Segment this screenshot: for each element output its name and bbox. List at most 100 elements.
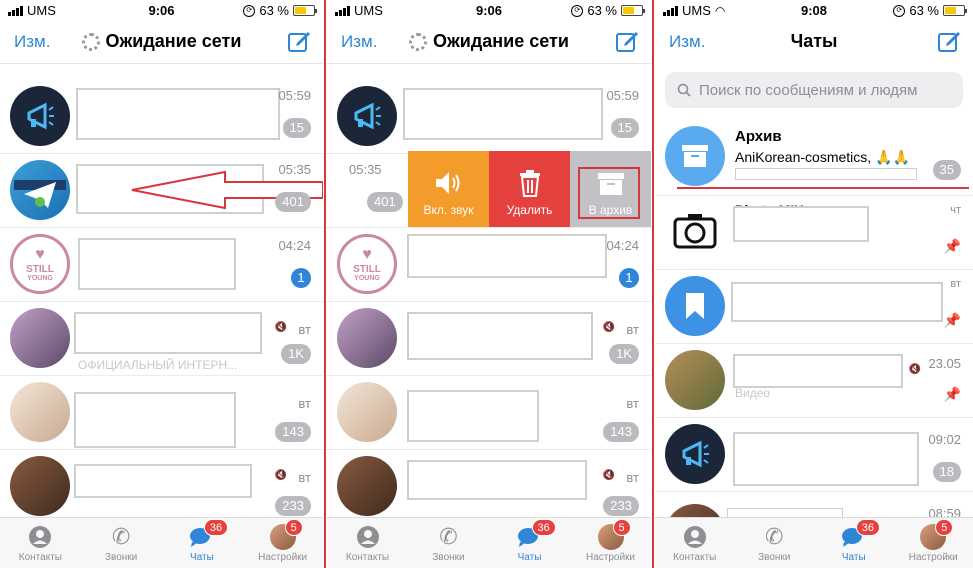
chat-time: 04:24 <box>278 238 311 253</box>
chat-time: 05:35 <box>278 162 311 177</box>
tab-label: Настройки <box>908 552 958 563</box>
panel-chats-2: UMS 9:06 ⟳ 63 % Изм. Ожидание сети 05:59 … <box>327 0 651 568</box>
tab-label: Звонки <box>432 552 465 563</box>
chat-row[interactable]: 🔇 вт 233 <box>0 450 323 524</box>
chat-row[interactable]: 05:59 15 <box>327 80 651 154</box>
chat-avatar: ♥ STILL YOUNG <box>337 234 397 294</box>
tab-label: Звонки <box>758 552 791 563</box>
archive-button[interactable]: В архив <box>570 151 651 227</box>
tab-settings[interactable]: 5 Настройки <box>894 518 973 568</box>
status-bar: UMS 9:06 ⟳ 63 % <box>0 0 323 20</box>
unread-badge: 143 <box>275 422 311 442</box>
chats-badge: 36 <box>531 519 556 536</box>
page-title: Ожидание сети <box>0 31 323 52</box>
tab-label: Контакты <box>345 552 390 563</box>
unread-badge: 1 <box>291 268 311 288</box>
chat-row[interactable]: 09:02 18 <box>655 418 973 492</box>
settings-badge: 5 <box>612 519 631 536</box>
unread-badge: 401 <box>275 192 311 212</box>
page-title-text: Ожидание сети <box>433 31 569 51</box>
loading-spinner-icon <box>409 32 428 51</box>
speaker-icon <box>435 172 459 194</box>
battery-percent: 63 % <box>587 3 617 18</box>
chat-avatar <box>10 308 70 368</box>
chat-row[interactable]: 🔇 вт 1K <box>327 302 651 376</box>
unread-badge: 15 <box>282 118 311 138</box>
trash-icon <box>519 170 540 197</box>
camera-icon <box>673 214 717 249</box>
redacted-block <box>407 234 607 278</box>
tab-settings[interactable]: 5 Настройки <box>570 518 651 568</box>
chat-row[interactable]: 🔇 вт 233 <box>327 450 651 524</box>
chat-avatar <box>10 382 70 442</box>
chat-row[interactable]: ♥ STILL YOUNG 04:24 1 <box>327 228 651 302</box>
unread-badge: 233 <box>275 496 311 516</box>
search-input[interactable]: Поиск по сообщениям и людям <box>665 72 963 108</box>
muted-icon: 🔇 <box>274 322 287 333</box>
archive-box-icon <box>682 145 708 167</box>
settings-badge: 5 <box>284 519 303 536</box>
unread-badge: 143 <box>603 422 639 442</box>
tab-contacts[interactable]: Контакты <box>0 518 81 568</box>
chat-row[interactable]: Photo MIX чт 📌 <box>655 196 973 270</box>
divider <box>652 0 654 568</box>
navigation-bar: Изм. Ожидание сети <box>327 20 651 64</box>
divider <box>324 0 326 568</box>
battery-icon <box>293 5 317 16</box>
redacted-block <box>74 392 236 448</box>
chat-avatar <box>10 456 70 516</box>
tab-contacts[interactable]: Контакты <box>327 518 408 568</box>
compose-icon[interactable] <box>937 29 961 53</box>
person-icon <box>27 524 53 550</box>
chat-row[interactable]: вт 143 <box>327 376 651 450</box>
unread-badge: 1K <box>281 344 311 364</box>
tab-contacts[interactable]: Контакты <box>655 518 735 568</box>
tab-settings[interactable]: 5 Настройки <box>242 518 323 568</box>
person-icon <box>355 524 381 550</box>
unmute-button[interactable]: Вкл. звук <box>408 151 489 227</box>
tab-calls[interactable]: ✆ Звонки <box>735 518 815 568</box>
muted-icon: 🔇 <box>274 470 287 481</box>
battery-icon <box>943 5 967 16</box>
chat-time: вт <box>626 470 639 485</box>
settings-badge: 5 <box>935 519 954 536</box>
delete-button[interactable]: Удалить <box>489 151 570 227</box>
compose-icon[interactable] <box>287 29 311 53</box>
unmute-label: Вкл. звук <box>423 203 474 217</box>
highlight-underline <box>677 187 969 189</box>
compose-icon[interactable] <box>615 29 639 53</box>
tab-label: Звонки <box>104 552 138 563</box>
chat-row[interactable]: вт 143 <box>0 376 323 450</box>
muted-icon: 🔇 <box>602 470 615 481</box>
tab-chats[interactable]: 36 Чаты <box>162 518 243 568</box>
battery-percent: 63 % <box>259 3 289 18</box>
unread-badge: 401 <box>367 192 403 212</box>
tab-bar: Контакты ✆ Звонки 36 Чаты 5 Настройки <box>655 517 973 568</box>
tab-bar: Контакты ✆ Звонки 36 Чаты 5 Настройки <box>0 517 323 568</box>
chat-row[interactable]: ОФИЦИАЛЬНЫЙ ИНТЕРН... 🔇 вт 1K <box>0 302 323 376</box>
battery-percent: 63 % <box>909 3 939 18</box>
rotation-lock-icon: ⟳ <box>893 4 906 17</box>
tab-chats[interactable]: 36 Чаты <box>489 518 570 568</box>
redacted-block <box>733 206 869 242</box>
screenshot-collage: UMS 9:06 ⟳ 63 % Изм. Ожидание сети 05:59 … <box>0 0 973 568</box>
battery-icon <box>621 5 645 16</box>
tab-calls[interactable]: ✆ Звонки <box>408 518 489 568</box>
chat-time: 05:35 <box>349 162 382 177</box>
chat-row[interactable]: 05:35 401 <box>0 154 323 228</box>
chat-row[interactable]: Видео 🔇 23.05 📌 <box>655 344 973 418</box>
telegram-logo-icon <box>14 180 66 208</box>
tab-chats[interactable]: 36 Чаты <box>814 518 894 568</box>
chat-row[interactable]: ♥ STILL YOUNG 04:24 1 <box>0 228 323 302</box>
chat-time: чт <box>950 204 961 216</box>
chat-row[interactable]: вт 📌 <box>655 270 973 344</box>
chat-time: вт <box>626 396 639 411</box>
redacted-block <box>403 88 603 140</box>
archive-title: Архив <box>735 128 782 145</box>
muted-icon: 🔇 <box>908 364 921 375</box>
chat-time: 05:59 <box>606 88 639 103</box>
tab-calls[interactable]: ✆ Звонки <box>81 518 162 568</box>
chat-row[interactable]: 05:59 15 <box>0 80 323 154</box>
chat-time: вт <box>298 396 311 411</box>
archive-row[interactable]: Архив AniKorean-cosmetics, 🙏🙏 35 <box>655 120 973 196</box>
